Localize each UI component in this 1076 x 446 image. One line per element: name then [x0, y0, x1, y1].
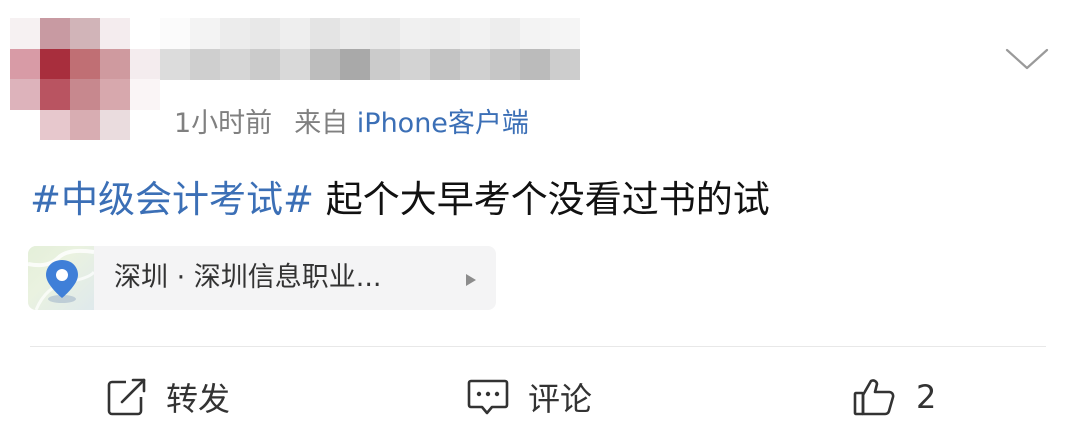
- like-button[interactable]: 2: [852, 372, 936, 422]
- location-pin-icon: [28, 248, 94, 310]
- comment-label: 评论: [528, 380, 593, 418]
- username[interactable]: [160, 18, 580, 80]
- avatar[interactable]: [10, 18, 160, 140]
- chevron-down-icon[interactable]: [1004, 46, 1050, 72]
- repost-label: 转发: [166, 380, 231, 418]
- post-body: 起个大早考个没看过书的试: [325, 178, 770, 221]
- caret-right-icon: [466, 274, 476, 286]
- post-text: #中级会计考试# 起个大早考个没看过书的试: [30, 174, 770, 226]
- map-thumbnail: [28, 246, 94, 310]
- source-client-link[interactable]: iPhone客户端: [357, 108, 529, 139]
- post-meta: 1小时前 来自 iPhone客户端: [174, 104, 529, 144]
- source-prefix: 来自: [294, 108, 349, 139]
- divider: [30, 346, 1046, 347]
- location-text: 深圳 · 深圳信息职业...: [114, 262, 382, 293]
- repost-icon: [107, 378, 146, 416]
- topic-tag-link[interactable]: #中级会计考试#: [30, 178, 314, 221]
- like-count: 2: [916, 378, 937, 416]
- thumbs-up-icon: [853, 379, 895, 416]
- location-card[interactable]: 深圳 · 深圳信息职业...: [28, 246, 496, 310]
- post-time: 1小时前: [174, 108, 273, 139]
- comment-icon: [467, 379, 509, 415]
- comment-button[interactable]: 评论: [466, 372, 592, 422]
- repost-button[interactable]: 转发: [106, 372, 230, 422]
